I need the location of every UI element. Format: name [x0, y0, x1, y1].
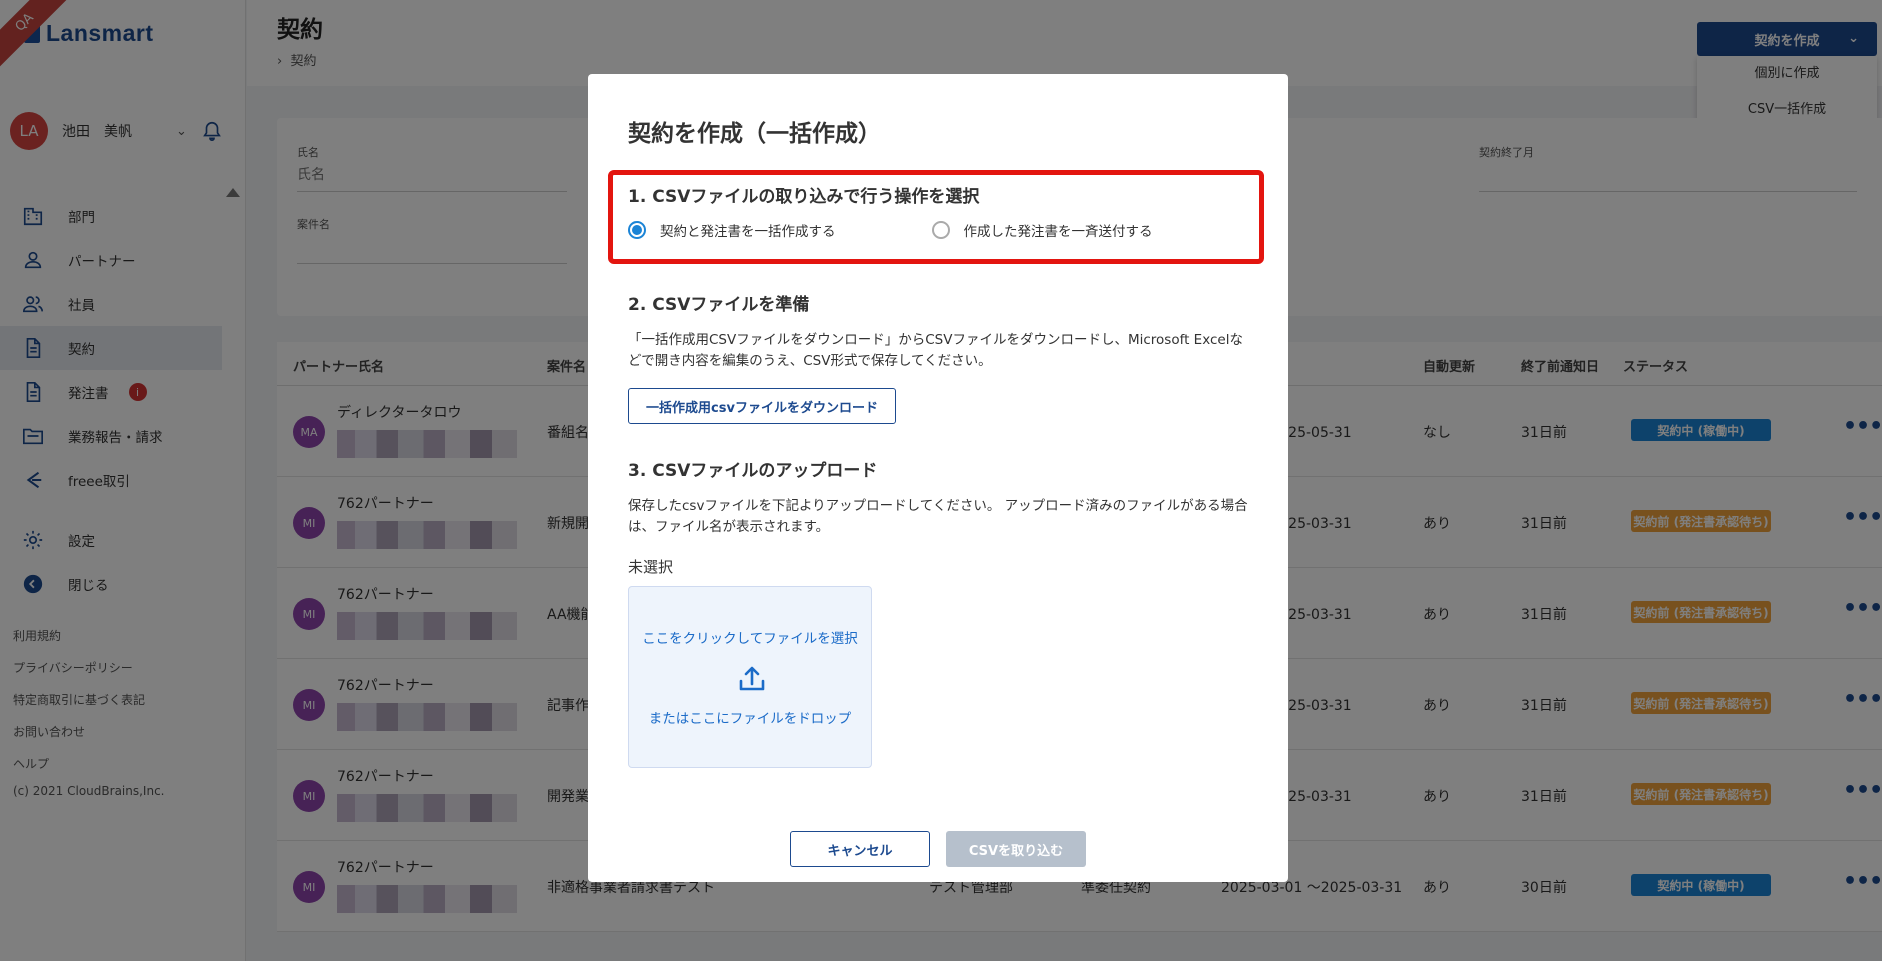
- modal-title: 契約を作成（一括作成）: [628, 121, 881, 147]
- section-title: 3. CSVファイルのアップロード: [628, 461, 878, 481]
- radio-label[interactable]: 作成した発注書を一斉送付する: [964, 220, 1153, 240]
- upload-icon: [739, 666, 765, 691]
- operation-radio-group: 契約と発注書を一括作成する 作成した発注書を一斉送付する: [628, 220, 1153, 240]
- drop-zone-drop-text: またはここにファイルをドロップ: [648, 711, 852, 727]
- section-description: 保存したcsvファイルを下記よりアップロードしてください。 アップロード済みのフ…: [628, 498, 1248, 535]
- section-description: 「一括作成用CSVファイルをダウンロード」からCSVファイルをダウンロードし、M…: [628, 332, 1243, 369]
- section-title: 2. CSVファイルを準備: [628, 295, 810, 315]
- import-csv-button[interactable]: CSVを取り込む: [946, 831, 1086, 867]
- file-drop-zone[interactable]: ここをクリックしてファイルを選択 またはここにファイルをドロップ: [628, 586, 872, 768]
- file-status: 未選択: [628, 558, 674, 576]
- radio-button[interactable]: [931, 221, 950, 239]
- download-csv-button[interactable]: 一括作成用csvファイルをダウンロード: [628, 388, 896, 424]
- bulk-create-modal: 契約を作成（一括作成） 1. CSVファイルの取り込みで行う操作を選択 契約と発…: [588, 74, 1288, 882]
- radio-label[interactable]: 契約と発注書を一括作成する: [660, 220, 836, 240]
- cancel-button[interactable]: キャンセル: [790, 831, 930, 867]
- drop-zone-click-text: ここをクリックしてファイルを選択: [642, 631, 858, 647]
- section-title: 1. CSVファイルの取り込みで行う操作を選択: [628, 187, 980, 207]
- radio-button-selected[interactable]: [628, 221, 646, 239]
